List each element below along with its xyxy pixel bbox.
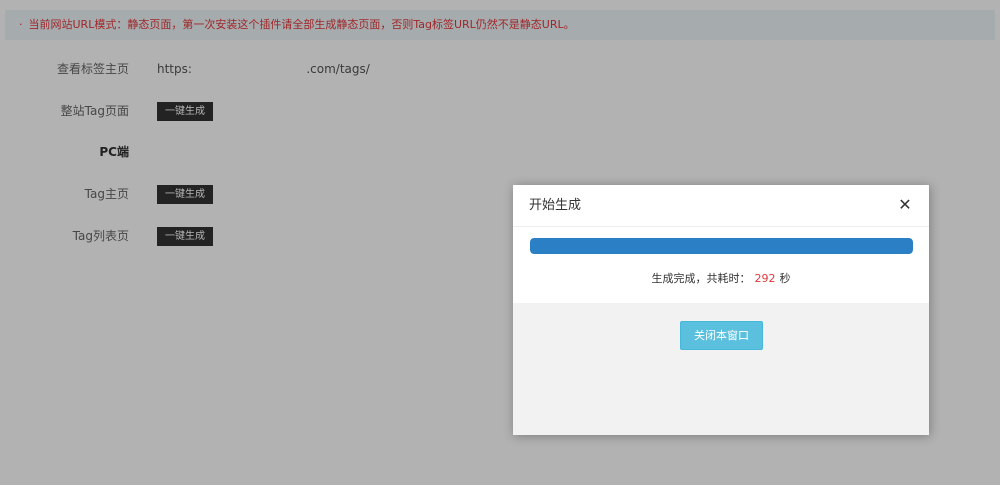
elapsed-seconds: 292 [754, 272, 776, 285]
close-icon[interactable]: ✕ [895, 195, 915, 215]
dialog-body: 生成完成，共耗时： 292 秒 [513, 227, 929, 303]
status-message: 生成完成，共耗时： 292 秒 [513, 271, 929, 287]
close-window-button[interactable]: 关闭本窗口 [680, 321, 763, 350]
progress-bar [530, 238, 913, 254]
progress-fill [530, 238, 913, 254]
status-prefix: 生成完成，共耗时： [651, 272, 751, 285]
dialog-title: 开始生成 [529, 198, 582, 213]
dialog-header: 开始生成 ✕ [513, 185, 929, 227]
generation-dialog: 开始生成 ✕ 生成完成，共耗时： 292 秒 关闭本窗口 [513, 185, 929, 435]
status-suffix: 秒 [779, 272, 791, 285]
